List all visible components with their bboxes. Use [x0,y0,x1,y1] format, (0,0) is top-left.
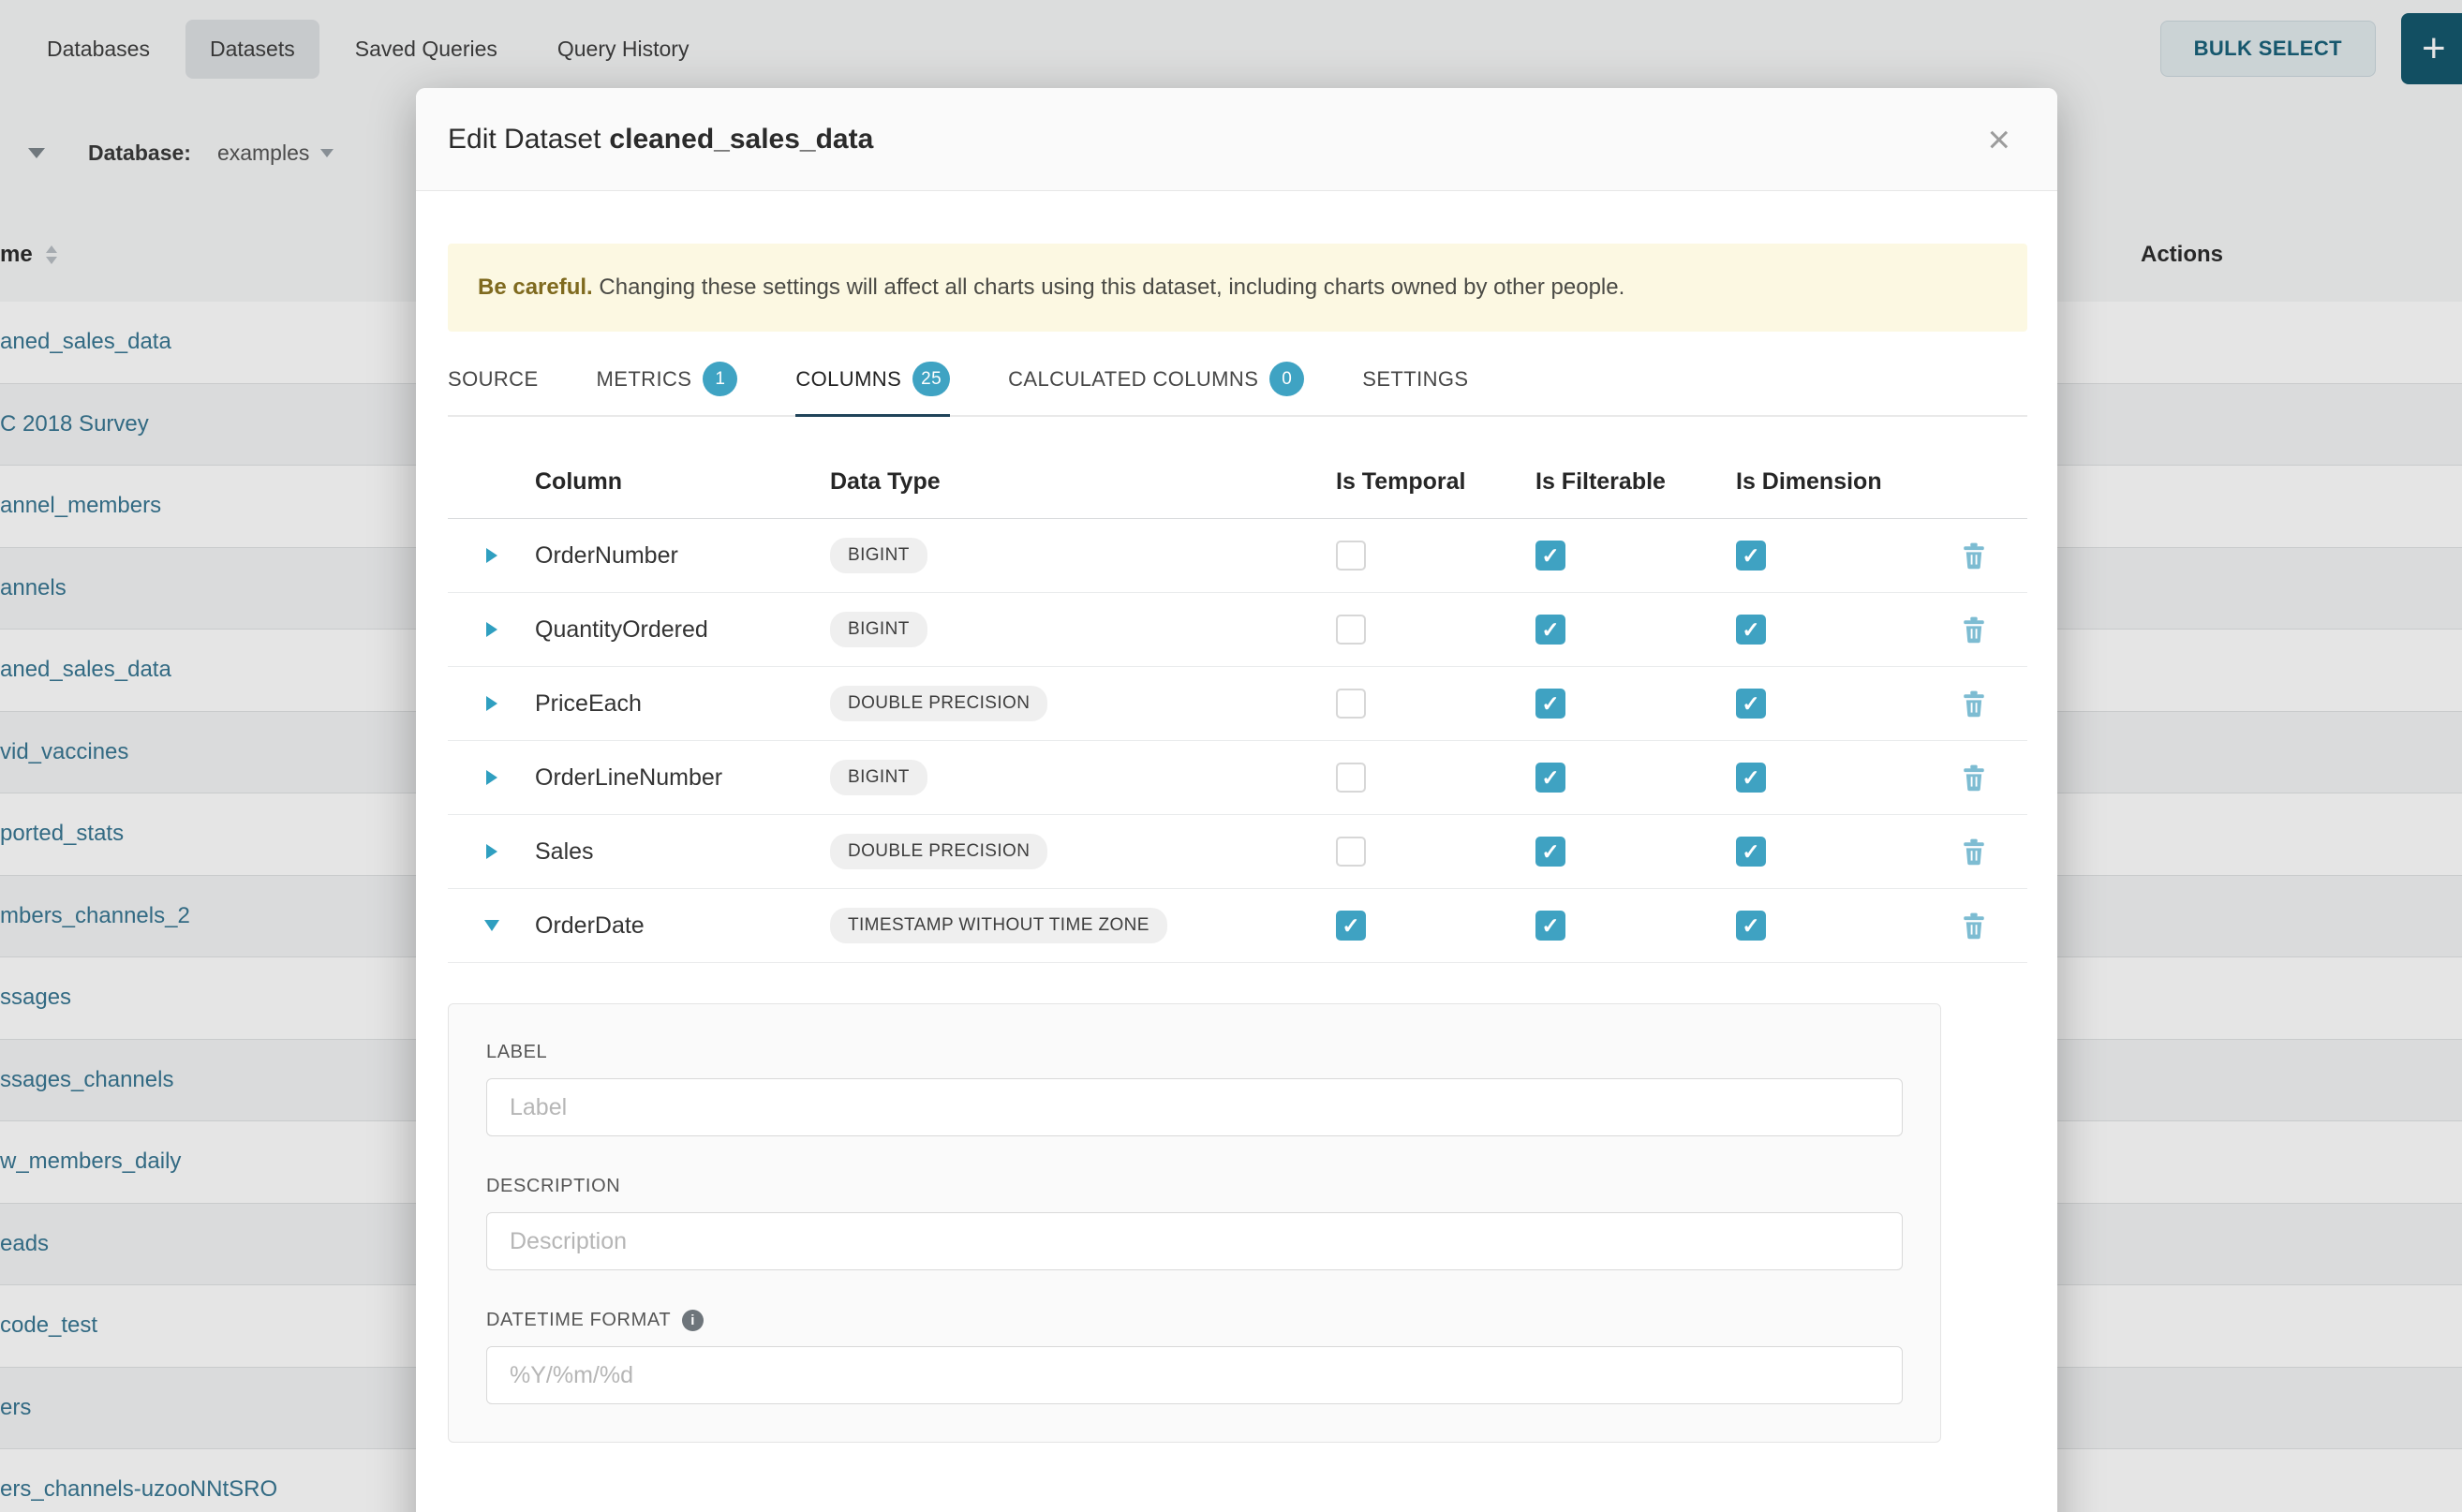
expand-caret-icon[interactable] [486,844,497,859]
tab-settings[interactable]: SETTINGS [1362,362,1468,415]
tab-metrics-label: METRICS [597,367,692,392]
datetime-format-input[interactable] [486,1346,1903,1404]
delete-column-icon[interactable] [1962,912,1986,940]
modal-title-dataset-name: cleaned_sales_data [609,124,873,155]
data-type-pill: TIMESTAMP WITHOUT TIME ZONE [830,908,1167,943]
is-temporal-checkbox[interactable] [1336,763,1366,793]
data-type-pill: DOUBLE PRECISION [830,834,1047,869]
is-dimension-checkbox[interactable] [1736,837,1766,867]
modal-title-prefix: Edit Dataset [448,124,601,155]
column-name: QuantityOrdered [535,616,830,644]
data-type-pill: DOUBLE PRECISION [830,686,1047,721]
label-field-label: LABEL [486,1042,1903,1063]
info-icon[interactable] [682,1310,704,1331]
is-temporal-checkbox[interactable] [1336,689,1366,719]
is-temporal-header: Is Temporal [1336,468,1535,496]
modal-header: Edit Dataset cleaned_sales_data × [416,88,2057,191]
modal-body: Be careful. Changing these settings will… [416,191,2057,1443]
description-field: DESCRIPTION [486,1176,1903,1270]
column-row-expanded: OrderDate TIMESTAMP WITHOUT TIME ZONE [448,889,2027,963]
column-name: OrderNumber [535,542,830,570]
column-row: Sales DOUBLE PRECISION [448,815,2027,889]
tab-source[interactable]: SOURCE [448,362,539,415]
is-dimension-header: Is Dimension [1736,468,1921,496]
close-icon[interactable]: × [1981,119,2016,160]
tab-calculated-columns-label: CALCULATED COLUMNS [1008,367,1258,392]
label-input[interactable] [486,1078,1903,1136]
tab-columns[interactable]: COLUMNS 25 [795,362,950,415]
is-dimension-checkbox[interactable] [1736,911,1766,941]
delete-column-icon[interactable] [1962,764,1986,792]
is-temporal-checkbox[interactable] [1336,615,1366,645]
data-type-header: Data Type [830,468,1336,496]
is-filterable-checkbox[interactable] [1535,615,1565,645]
is-dimension-checkbox[interactable] [1736,763,1766,793]
tab-source-label: SOURCE [448,367,539,392]
tab-columns-label: COLUMNS [795,367,901,392]
datetime-format-field-label: DATETIME FORMAT [486,1310,1903,1331]
column-row: QuantityOrdered BIGINT [448,593,2027,667]
columns-table-header: Column Data Type Is Temporal Is Filterab… [448,445,2027,519]
delete-column-icon[interactable] [1962,542,1986,570]
collapse-caret-icon[interactable] [484,920,499,931]
is-filterable-header: Is Filterable [1535,468,1736,496]
data-type-pill: BIGINT [830,760,927,795]
columns-count-badge: 25 [912,362,950,396]
column-name: PriceEach [535,690,830,718]
warning-bold-text: Be careful. [478,274,593,300]
is-filterable-checkbox[interactable] [1535,689,1565,719]
warning-text: Changing these settings will affect all … [593,274,1625,300]
delete-column-icon[interactable] [1962,616,1986,644]
datetime-format-label-text: DATETIME FORMAT [486,1310,671,1331]
data-type-pill: BIGINT [830,538,927,573]
label-field: LABEL [486,1042,1903,1136]
column-name: OrderLineNumber [535,764,830,792]
description-input[interactable] [486,1212,1903,1270]
is-filterable-checkbox[interactable] [1535,911,1565,941]
is-dimension-checkbox[interactable] [1736,689,1766,719]
tab-settings-label: SETTINGS [1362,367,1468,392]
modal-title: Edit Dataset cleaned_sales_data [448,124,873,156]
is-dimension-checkbox[interactable] [1736,615,1766,645]
expand-caret-icon[interactable] [486,622,497,637]
modal-tabs: SOURCE METRICS 1 COLUMNS 25 CALCULATED C… [448,362,2027,417]
column-row: OrderNumber BIGINT [448,519,2027,593]
data-type-pill: BIGINT [830,612,927,647]
tab-calculated-columns[interactable]: CALCULATED COLUMNS 0 [1008,362,1304,415]
expand-caret-icon[interactable] [486,696,497,711]
is-filterable-checkbox[interactable] [1535,541,1565,571]
is-temporal-checkbox[interactable] [1336,541,1366,571]
edit-dataset-modal: Edit Dataset cleaned_sales_data × Be care… [416,88,2057,1512]
datetime-format-field: DATETIME FORMAT [486,1310,1903,1404]
is-temporal-checkbox[interactable] [1336,837,1366,867]
column-name: Sales [535,838,830,866]
column-name: OrderDate [535,912,830,940]
is-temporal-checkbox[interactable] [1336,911,1366,941]
is-filterable-checkbox[interactable] [1535,837,1565,867]
delete-column-icon[interactable] [1962,838,1986,866]
column-header: Column [535,468,830,496]
metrics-count-badge: 1 [703,362,737,396]
is-filterable-checkbox[interactable] [1535,763,1565,793]
column-row: OrderLineNumber BIGINT [448,741,2027,815]
expand-caret-icon[interactable] [486,770,497,785]
column-row: PriceEach DOUBLE PRECISION [448,667,2027,741]
delete-column-icon[interactable] [1962,690,1986,718]
description-field-label: DESCRIPTION [486,1176,1903,1197]
is-dimension-checkbox[interactable] [1736,541,1766,571]
warning-banner: Be careful. Changing these settings will… [448,244,2027,332]
tab-metrics[interactable]: METRICS 1 [597,362,738,415]
expand-caret-icon[interactable] [486,548,497,563]
calculated-columns-count-badge: 0 [1269,362,1304,396]
column-detail-panel: LABEL DESCRIPTION DATETIME FORMAT [448,1003,1941,1443]
